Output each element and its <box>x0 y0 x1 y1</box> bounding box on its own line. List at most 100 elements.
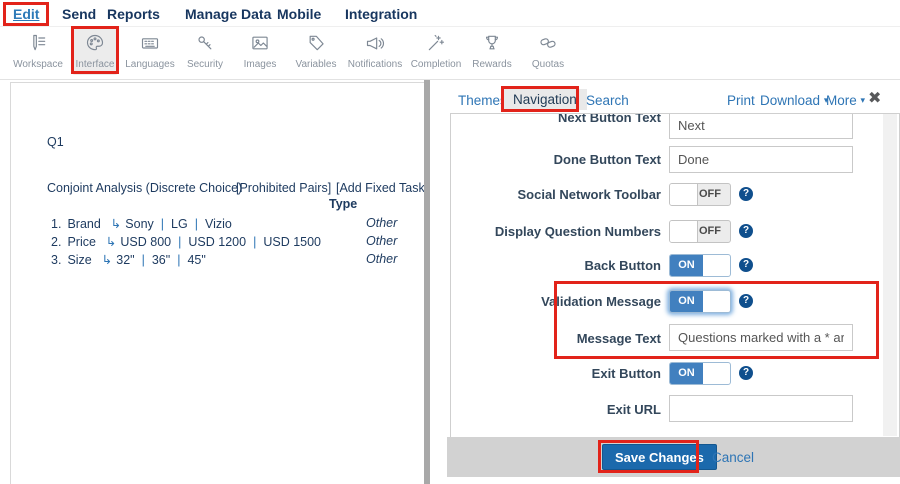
toolbar-label: Variables <box>296 59 337 70</box>
message-text-input[interactable] <box>669 324 853 351</box>
toolbar-label: Images <box>244 59 277 70</box>
separator: | <box>253 235 256 249</box>
toggle-state: ON <box>670 363 703 384</box>
close-icon[interactable]: ✖ <box>868 88 881 108</box>
nav-item-send[interactable]: Send <box>62 6 96 22</box>
toggle-state: ON <box>670 291 703 312</box>
level: 45" <box>187 253 205 267</box>
nav-item-integration[interactable]: Integration <box>345 6 417 22</box>
workspace-icon <box>28 33 48 53</box>
form-scrollbar-track[interactable] <box>883 114 897 436</box>
help-icon[interactable]: ? <box>739 187 753 201</box>
toolbar-label: Interface <box>76 59 115 70</box>
done-button-text-label: Done Button Text <box>451 152 661 167</box>
separator: | <box>142 253 145 267</box>
level: LG <box>171 217 188 231</box>
nav-item-mobile[interactable]: Mobile <box>277 6 321 22</box>
nav-item-edit[interactable]: Edit <box>13 6 39 22</box>
level: USD 1500 <box>263 235 321 249</box>
exit-button-label: Exit Button <box>451 366 661 381</box>
level: 32" <box>116 253 134 267</box>
question-title: Conjoint Analysis (Discrete Choice) <box>47 181 242 195</box>
key-icon <box>195 33 215 53</box>
tag-icon <box>306 33 326 53</box>
level: 36" <box>152 253 170 267</box>
vertical-scrollbar[interactable] <box>424 80 430 484</box>
arrow-icon: ↳ <box>102 253 112 267</box>
level: Vizio <box>205 217 232 231</box>
toolbar-item-workspace[interactable]: Workspace <box>0 31 76 72</box>
separator: | <box>178 235 181 249</box>
social-network-toolbar-toggle[interactable]: OFF <box>669 183 731 206</box>
arrow-icon: ↳ <box>111 217 121 231</box>
row-number: 3. <box>51 253 61 267</box>
toolbar-item-quotas[interactable]: Quotas <box>510 31 586 72</box>
save-changes-button[interactable]: Save Changes <box>602 444 717 470</box>
toolbar-label: Notifications <box>348 59 402 70</box>
row-type: Other <box>366 216 397 230</box>
separator: | <box>177 253 180 267</box>
nav-item-manage-data[interactable]: Manage Data <box>185 6 271 22</box>
back-button-label: Back Button <box>451 258 661 273</box>
toolbar-label: Quotas <box>532 59 564 70</box>
navigation-settings-form: Next Button Text Done Button Text Social… <box>450 113 900 439</box>
next-button-text-label: Next Button Text <box>451 113 661 125</box>
help-icon[interactable]: ? <box>739 258 753 272</box>
arrow-icon: ↳ <box>106 235 116 249</box>
prohibited-pairs-link[interactable]: [Prohibited Pairs] <box>236 181 331 195</box>
magic-wand-icon <box>426 33 446 53</box>
row-type: Other <box>366 252 397 266</box>
more-label: More <box>826 93 857 108</box>
survey-preview-panel: Q1 Conjoint Analysis (Discrete Choice) [… <box>10 82 425 484</box>
toolbar-label: Rewards <box>472 59 511 70</box>
exit-url-label: Exit URL <box>451 402 661 417</box>
image-icon <box>250 33 270 53</box>
tab-themes[interactable]: Themes <box>458 93 507 108</box>
edit-toolbar: Workspace Interface Languages Security I… <box>0 26 900 80</box>
chevron-down-icon: ▾ <box>861 95 866 105</box>
display-question-numbers-toggle[interactable]: OFF <box>669 220 731 243</box>
help-icon[interactable]: ? <box>739 294 753 308</box>
level: USD 1200 <box>188 235 246 249</box>
row-number: 1. <box>51 217 61 231</box>
social-network-toolbar-label: Social Network Toolbar <box>451 187 661 202</box>
attribute-name: Size <box>67 253 91 267</box>
cancel-link[interactable]: Cancel <box>712 450 754 465</box>
message-text-label: Message Text <box>451 331 661 346</box>
attribute-name: Brand <box>67 217 100 231</box>
tab-navigation[interactable]: Navigation <box>503 89 587 110</box>
trophy-icon <box>482 33 502 53</box>
next-button-text-input[interactable] <box>669 113 853 139</box>
toggle-knob <box>670 221 698 242</box>
validation-message-toggle[interactable]: ON <box>669 290 731 313</box>
megaphone-icon <box>365 33 385 53</box>
interface-palette-icon <box>85 33 105 53</box>
back-button-toggle[interactable]: ON <box>669 254 731 277</box>
more-link[interactable]: More ▾ <box>826 93 865 108</box>
row-type: Other <box>366 234 397 248</box>
exit-url-input[interactable] <box>669 395 853 422</box>
exit-button-toggle[interactable]: ON <box>669 362 731 385</box>
separator: | <box>195 217 198 231</box>
tab-search[interactable]: Search <box>586 93 629 108</box>
add-fixed-tasks-link[interactable]: [Add Fixed Tasks <box>336 181 425 195</box>
download-link[interactable]: Download ▾ <box>760 93 828 108</box>
help-icon[interactable]: ? <box>739 366 753 380</box>
attribute-name: Price <box>67 235 95 249</box>
row-number: 2. <box>51 235 61 249</box>
toggle-state: OFF <box>699 221 721 242</box>
level: Sony <box>125 217 154 231</box>
print-link[interactable]: Print <box>727 93 755 108</box>
conjoint-row[interactable]: 2.Price↳USD 800|USD 1200|USD 1500 Other <box>51 234 321 249</box>
toggle-state: ON <box>670 255 703 276</box>
question-id: Q1 <box>47 135 64 149</box>
keyboard-icon <box>140 33 160 53</box>
done-button-text-input[interactable] <box>669 146 853 173</box>
conjoint-row[interactable]: 3.Size↳32"|36"|45" Other <box>51 252 206 267</box>
conjoint-row[interactable]: 1.Brand↳Sony|LG|Vizio Other <box>51 216 232 231</box>
nav-item-reports[interactable]: Reports <box>107 6 160 22</box>
help-icon[interactable]: ? <box>739 224 753 238</box>
type-column-header: Type <box>329 197 357 211</box>
toolbar-label: Workspace <box>13 59 63 70</box>
display-question-numbers-label: Display Question Numbers <box>451 224 661 239</box>
